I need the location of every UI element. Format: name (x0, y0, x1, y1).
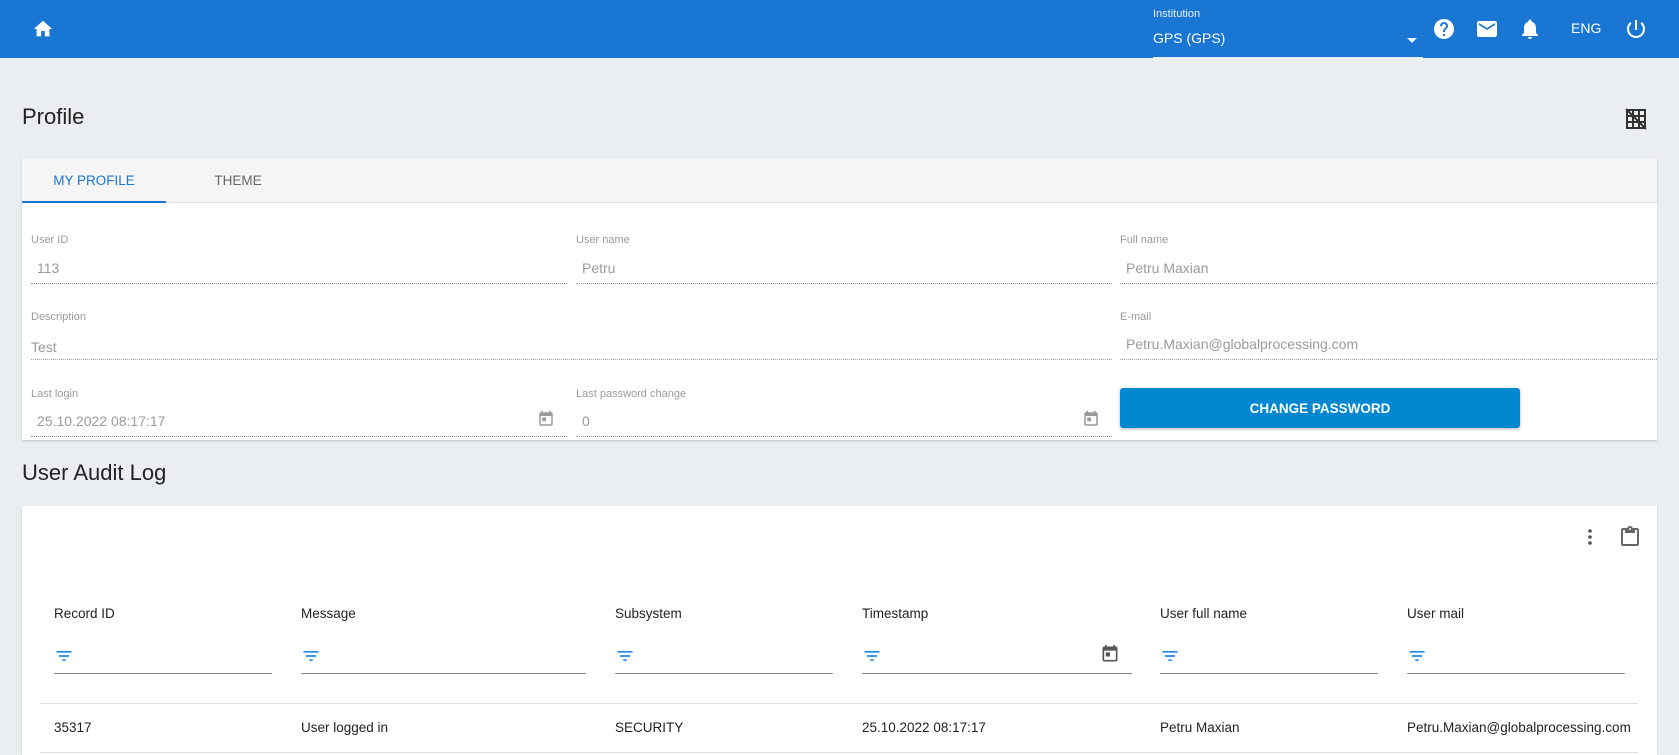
calendar-icon[interactable] (537, 410, 555, 428)
profile-tabs: MY PROFILE THEME (22, 158, 1657, 203)
home-icon[interactable] (32, 18, 54, 40)
last-password-change-value: 0 (582, 413, 590, 429)
subsystem-filter-input[interactable] (615, 630, 833, 674)
last-password-change-field[interactable]: Last password change 0 (576, 388, 1112, 437)
column-header-timestamp[interactable]: Timestamp (862, 606, 928, 621)
calendar-icon[interactable] (1100, 644, 1120, 664)
institution-select[interactable]: Institution GPS (GPS) (1153, 6, 1423, 58)
column-header-user-mail[interactable]: User mail (1407, 606, 1464, 621)
cell-record-id: 35317 (54, 720, 92, 735)
filter-icon (862, 646, 882, 666)
last-login-value: 25.10.2022 08:17:17 (37, 413, 166, 429)
dropdown-caret-icon (1407, 38, 1417, 43)
institution-value: GPS (GPS) (1153, 30, 1226, 46)
full-name-field[interactable]: Full name Petru Maxian (1120, 234, 1657, 284)
audit-log-card: Record ID Message Subsystem Timestamp Us… (22, 506, 1657, 755)
more-vert-icon[interactable] (1578, 525, 1602, 549)
user-mail-filter-input[interactable] (1407, 630, 1625, 674)
full-name-value: Petru Maxian (1126, 260, 1209, 276)
user-name-field[interactable]: User name Petru (576, 234, 1112, 284)
column-header-record-id[interactable]: Record ID (54, 606, 115, 621)
full-name-label: Full name (1120, 234, 1169, 246)
bell-icon[interactable] (1518, 17, 1542, 41)
user-id-value: 113 (37, 260, 60, 276)
filter-icon (1407, 646, 1427, 666)
cell-message: User logged in (301, 720, 389, 735)
page-title: Profile (22, 104, 85, 129)
top-app-bar: Institution GPS (GPS) ENG (0, 0, 1679, 58)
record-id-filter-input[interactable] (54, 630, 272, 674)
language-selector[interactable]: ENG (1571, 20, 1601, 36)
timestamp-filter-input[interactable] (862, 630, 1132, 674)
email-label: E-mail (1120, 311, 1152, 323)
description-field[interactable]: Description Test (31, 311, 1112, 360)
last-login-field[interactable]: Last login 25.10.2022 08:17:17 (31, 388, 567, 437)
tab-theme[interactable]: THEME (166, 158, 310, 203)
audit-log-title: User Audit Log (22, 460, 167, 485)
message-filter-input[interactable] (301, 630, 586, 674)
mail-icon[interactable] (1475, 17, 1499, 41)
row-divider (40, 752, 1638, 753)
clipboard-icon[interactable] (1618, 525, 1642, 549)
column-header-subsystem[interactable]: Subsystem (615, 606, 682, 621)
cell-timestamp: 25.10.2022 08:17:17 (862, 720, 986, 735)
help-icon[interactable] (1432, 17, 1456, 41)
last-login-label: Last login (31, 388, 79, 400)
user-id-field[interactable]: User ID 113 (31, 234, 567, 284)
profile-card: MY PROFILE THEME User ID 113 User name P… (22, 158, 1657, 440)
user-name-label: User name (576, 234, 630, 246)
row-divider (40, 703, 1638, 704)
change-password-button[interactable]: CHANGE PASSWORD (1120, 388, 1520, 428)
cell-subsystem: SECURITY (615, 720, 684, 735)
column-header-user-full-name[interactable]: User full name (1160, 606, 1247, 621)
user-id-label: User ID (31, 234, 69, 246)
tab-my-profile[interactable]: MY PROFILE (22, 158, 166, 203)
user-full-name-filter-input[interactable] (1160, 630, 1378, 674)
email-field[interactable]: E-mail Petru.Maxian@globalprocessing.com (1120, 311, 1657, 360)
filter-icon (615, 646, 635, 666)
user-name-value: Petru (582, 260, 616, 276)
email-value: Petru.Maxian@globalprocessing.com (1126, 336, 1359, 352)
grid-off-icon[interactable] (1624, 107, 1648, 131)
institution-label: Institution (1153, 8, 1201, 20)
description-label: Description (31, 311, 87, 323)
filter-icon (301, 646, 321, 666)
power-icon[interactable] (1624, 17, 1648, 41)
filter-icon (1160, 646, 1180, 666)
filter-icon (54, 646, 74, 666)
calendar-icon[interactable] (1082, 410, 1100, 428)
cell-user-mail: Petru.Maxian@globalprocessing.com (1407, 720, 1631, 735)
column-header-message[interactable]: Message (301, 606, 356, 621)
description-value: Test (31, 339, 57, 355)
cell-user-full-name: Petru Maxian (1160, 720, 1240, 735)
last-password-change-label: Last password change (576, 388, 687, 400)
